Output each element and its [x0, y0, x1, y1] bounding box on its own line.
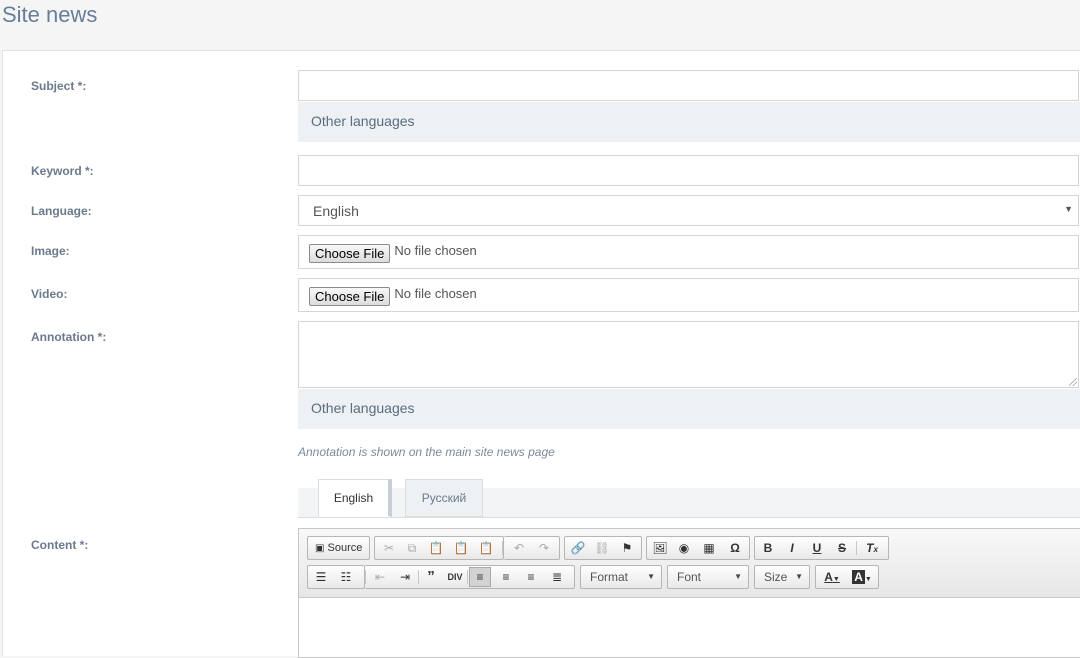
numbered-list-icon[interactable]: ☰ — [310, 568, 332, 586]
flash-icon[interactable]: ◉ — [673, 539, 695, 557]
align-left-icon[interactable]: ≡ — [469, 567, 491, 587]
resize-grip-icon[interactable] — [1069, 378, 1077, 386]
format-combo[interactable]: Format ▼ — [580, 565, 662, 589]
align-justify-icon[interactable]: ≣ — [546, 568, 568, 586]
blockquote-icon[interactable]: ” — [420, 568, 442, 586]
strikethrough-icon[interactable]: S — [831, 539, 853, 557]
annotation-other-languages[interactable]: Other languages — [298, 389, 1080, 429]
news-form-panel: Subject *: Other languages Keyword *: La… — [2, 50, 1080, 658]
subject-other-languages[interactable]: Other languages — [298, 102, 1080, 142]
tab-russian[interactable]: Русский — [405, 479, 483, 517]
image-label: Image: — [31, 244, 70, 258]
color-group: A▼ A ▼ — [815, 565, 879, 589]
size-combo[interactable]: Size ▼ — [754, 565, 810, 589]
insert-group: 🖼 ◉ ▦ Ω — [646, 536, 750, 560]
source-group: ▣ Source — [307, 536, 370, 560]
source-button[interactable]: ▣ Source — [311, 539, 369, 557]
tab-english[interactable]: English — [318, 479, 392, 517]
font-combo[interactable]: Font ▼ — [667, 565, 749, 589]
remove-format-icon[interactable]: Tx — [861, 539, 883, 557]
text-color-icon[interactable]: A▼ — [818, 568, 846, 586]
clipboard-group: ✂ ⧉ 📋 📋 📋 — [374, 536, 504, 560]
table-icon[interactable]: ▦ — [698, 539, 720, 557]
keyword-input[interactable] — [298, 155, 1079, 186]
format-combo-label: Format — [590, 570, 629, 584]
toolbar-separator — [856, 541, 857, 555]
cut-icon[interactable]: ✂ — [378, 539, 400, 557]
underline-icon[interactable]: U — [806, 539, 828, 557]
image-file-status: No file chosen — [394, 243, 477, 258]
keyword-label: Keyword *: — [31, 164, 94, 178]
source-button-label: Source — [327, 542, 363, 554]
italic-icon[interactable]: I — [781, 539, 803, 557]
background-color-icon[interactable]: A ▼ — [848, 568, 876, 586]
subject-label: Subject *: — [31, 79, 87, 93]
chevron-down-icon: ▼ — [795, 572, 803, 581]
source-icon: ▣ — [315, 543, 325, 554]
indent-align-group: ⇤ ⇥ ” DIV ≡ ≡ ≡ ≣ — [365, 565, 575, 589]
align-center-icon[interactable]: ≡ — [495, 568, 517, 586]
toolbar-separator — [418, 570, 419, 584]
image-icon[interactable]: 🖼 — [649, 539, 671, 557]
content-label: Content *: — [31, 538, 89, 552]
toolbar-separator — [502, 541, 503, 555]
rich-text-editor: ▣ Source ✂ ⧉ 📋 📋 📋 ↶ ↷ 🔗 ⛓ ⚑ 🖼 ◉ ▦ Ω B I… — [298, 528, 1080, 658]
video-file-status: No file chosen — [394, 286, 477, 301]
language-select-value: English — [313, 203, 359, 219]
content-language-tabs: English Русский — [298, 479, 1080, 518]
link-icon[interactable]: 🔗 — [567, 539, 589, 557]
language-select[interactable]: English ▼ — [298, 195, 1079, 226]
undo-icon[interactable]: ↶ — [508, 539, 530, 557]
basic-style-group: B I U S Tx — [754, 536, 889, 560]
paste-text-icon[interactable]: 📋 — [450, 539, 472, 557]
editor-content-area[interactable] — [299, 598, 1080, 657]
list-group: ☰ ☷ — [307, 565, 365, 589]
bulleted-list-icon[interactable]: ☷ — [335, 568, 357, 586]
annotation-textarea[interactable] — [298, 321, 1079, 388]
indent-icon[interactable]: ⇥ — [394, 568, 416, 586]
size-combo-label: Size — [764, 570, 788, 584]
bold-icon[interactable]: B — [757, 539, 779, 557]
toolbar-separator — [467, 570, 468, 584]
annotation-hint: Annotation is shown on the main site new… — [298, 445, 555, 459]
special-char-icon[interactable]: Ω — [724, 539, 746, 557]
toolbar-separator — [365, 570, 366, 584]
undo-group: ↶ ↷ — [504, 536, 560, 560]
unlink-icon[interactable]: ⛓ — [591, 539, 613, 557]
chevron-down-icon: ▼ — [1064, 204, 1073, 214]
chevron-down-icon: ▼ — [647, 572, 655, 581]
outdent-icon[interactable]: ⇤ — [369, 568, 391, 586]
image-choose-file-button[interactable]: Choose File — [309, 244, 391, 263]
paste-icon[interactable]: 📋 — [425, 539, 447, 557]
align-right-icon[interactable]: ≡ — [520, 568, 542, 586]
redo-icon[interactable]: ↷ — [533, 539, 555, 557]
language-label: Language: — [31, 204, 92, 218]
video-choose-file-button[interactable]: Choose File — [309, 287, 391, 306]
font-combo-label: Font — [677, 570, 702, 584]
annotation-label: Annotation *: — [31, 330, 107, 344]
image-file-field: Choose File No file chosen — [298, 235, 1079, 269]
copy-icon[interactable]: ⧉ — [401, 539, 423, 557]
video-file-field: Choose File No file chosen — [298, 278, 1079, 312]
chevron-down-icon: ▼ — [734, 572, 742, 581]
paste-word-icon[interactable]: 📋 — [475, 539, 497, 557]
page-title: Site news — [2, 2, 98, 27]
editor-toolbar: ▣ Source ✂ ⧉ 📋 📋 📋 ↶ ↷ 🔗 ⛓ ⚑ 🖼 ◉ ▦ Ω B I… — [299, 529, 1080, 598]
anchor-flag-icon[interactable]: ⚑ — [616, 539, 638, 557]
subject-input[interactable] — [298, 70, 1079, 101]
video-label: Video: — [31, 287, 68, 301]
link-group: 🔗 ⛓ ⚑ — [564, 536, 642, 560]
div-container-icon[interactable]: DIV — [444, 568, 466, 586]
